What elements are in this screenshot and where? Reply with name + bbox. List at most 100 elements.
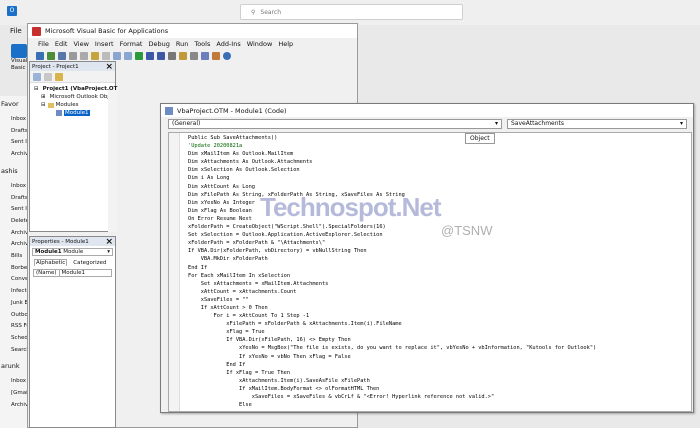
design-mode-icon[interactable]: [168, 51, 176, 60]
menu-help[interactable]: Help: [278, 40, 293, 48]
undo-icon[interactable]: [113, 51, 121, 60]
code-line[interactable]: xAttCount = xAttachments.Count: [188, 288, 596, 296]
nav-folder-item[interactable]: Inbox: [11, 183, 26, 189]
nav-section-header[interactable]: arunk: [1, 362, 20, 370]
code-line[interactable]: End If: [188, 264, 596, 272]
outlook-file-tab[interactable]: File: [10, 27, 22, 35]
menu-tools[interactable]: Tools: [194, 40, 210, 48]
code-line[interactable]: If VBA.Dir(xFilePath, 16) <> Empty Then: [188, 336, 596, 344]
code-line[interactable]: If xYesNo = vbNo Then xFlag = False: [188, 353, 596, 361]
code-line[interactable]: Dim i As Long: [188, 174, 596, 182]
menu-file[interactable]: File: [38, 40, 49, 48]
nav-folder-item[interactable]: Conve: [11, 276, 28, 282]
object-browser-icon[interactable]: [201, 51, 209, 60]
code-line[interactable]: If xAttCount > 0 Then: [188, 304, 596, 312]
code-line[interactable]: xFolderPath = xFolderPath & "\Attachment…: [188, 239, 596, 247]
code-line[interactable]: Public Sub SaveAttachments(): [188, 134, 596, 142]
view-code-icon[interactable]: [33, 72, 41, 81]
code-line[interactable]: Dim xMailItem As Outlook.MailItem: [188, 150, 596, 158]
menu-run[interactable]: Run: [176, 40, 188, 48]
code-line[interactable]: For Each xMailItem In xSelection: [188, 272, 596, 280]
find-icon[interactable]: [102, 51, 110, 60]
nav-folder-item[interactable]: Inbox: [11, 116, 26, 122]
insert-module-icon[interactable]: [47, 51, 55, 60]
menu-window[interactable]: Window: [247, 40, 273, 48]
visual-basic-icon[interactable]: [11, 44, 27, 58]
save-icon[interactable]: [58, 51, 66, 60]
code-line[interactable]: 'Update 20200821a: [188, 142, 596, 150]
code-line[interactable]: If VBA.Dir(xFolderPath, vbDirectory) = v…: [188, 247, 596, 255]
nav-folder-item[interactable]: Drafts: [11, 195, 28, 201]
object-select[interactable]: Module1 Module ▾: [32, 248, 113, 256]
close-icon[interactable]: ×: [105, 237, 113, 246]
code-line[interactable]: xAttachments.Item(i).SaveAsFile xFilePat…: [188, 377, 596, 385]
object-dropdown[interactable]: (General) ▾: [168, 118, 502, 129]
code-line[interactable]: If xFlag = True Then: [188, 369, 596, 377]
code-line[interactable]: xFolderPath = CreateObject("WScript.Shel…: [188, 223, 596, 231]
code-line[interactable]: Else: [188, 401, 596, 409]
nav-folder-item[interactable]: Bills: [11, 253, 22, 259]
nav-folder-item[interactable]: Outbo: [11, 312, 28, 318]
code-line[interactable]: Dim xAttachments As Outlook.Attachments: [188, 158, 596, 166]
tree-node-modules[interactable]: ⊟ Modules: [30, 101, 115, 109]
tab-categorized[interactable]: Categorized: [73, 260, 106, 266]
expand-icon[interactable]: ⊞: [41, 94, 46, 100]
nav-folder-item[interactable]: Archiv: [11, 241, 28, 247]
tree-node-outlook-objects[interactable]: ⊞ Microsoft Outlook Objec: [30, 93, 115, 101]
paste-icon[interactable]: [91, 51, 99, 60]
code-line[interactable]: xSaveFiles = xSaveFiles & vbCrLf & "<Err…: [188, 393, 596, 401]
view-object-icon[interactable]: [44, 72, 52, 81]
toggle-folders-icon[interactable]: [55, 72, 63, 81]
collapse-icon[interactable]: ⊟: [34, 86, 39, 92]
code-line[interactable]: Set xAttachments = xMailItem.Attachments: [188, 280, 596, 288]
toolbox-icon[interactable]: [212, 51, 220, 60]
property-row-name[interactable]: (Name) Module1: [33, 269, 112, 277]
code-line[interactable]: xYesNo = MsgBox("The file is exists, do …: [188, 344, 596, 352]
code-line[interactable]: xFilePath = xFolderPath & xAttachments.I…: [188, 320, 596, 328]
menu-view[interactable]: View: [73, 40, 88, 48]
menu-insert[interactable]: Insert: [95, 40, 114, 48]
code-line[interactable]: VBA.MkDir xFolderPath: [188, 255, 596, 263]
code-line[interactable]: Dim xAttCount As Long: [188, 183, 596, 191]
nav-section-header[interactable]: Favor: [1, 100, 19, 108]
copy-icon[interactable]: [80, 51, 88, 60]
code-line[interactable]: If xMailItem.BodyFormat <> olFormatHTML …: [188, 385, 596, 393]
redo-icon[interactable]: [124, 51, 132, 60]
menu-format[interactable]: Format: [120, 40, 143, 48]
menu-addins[interactable]: Add-Ins: [216, 40, 240, 48]
nav-section-header[interactable]: ashis: [1, 167, 18, 175]
nav-folder-item[interactable]: Archiv: [11, 230, 28, 236]
nav-folder-item[interactable]: Archiv: [11, 151, 28, 157]
vertical-scrollbar[interactable]: [108, 90, 117, 232]
nav-folder-item[interactable]: Sched: [11, 335, 28, 341]
code-line[interactable]: Set xSelection = Outlook.Application.Act…: [188, 231, 596, 239]
help-icon[interactable]: [223, 51, 231, 60]
project-explorer-icon[interactable]: [179, 51, 187, 60]
nav-folder-item[interactable]: Junk E: [11, 300, 28, 306]
nav-folder-item[interactable]: Borbe: [11, 265, 27, 271]
tab-alphabetic[interactable]: Alphabetic: [34, 259, 68, 266]
code-editor[interactable]: Public Sub SaveAttachments() 'Update 2020…: [168, 132, 692, 412]
nav-folder-item[interactable]: Archiv: [11, 402, 28, 408]
view-outlook-icon[interactable]: [36, 51, 44, 60]
tree-node-project[interactable]: ⊟ Project1 (VbaProject.OT: [30, 85, 117, 93]
collapse-icon[interactable]: ⊟: [41, 102, 46, 108]
menu-debug[interactable]: Debug: [148, 40, 169, 48]
nav-folder-item[interactable]: Inbox: [11, 378, 26, 384]
outlook-search-input[interactable]: ⚲ Search: [240, 4, 463, 20]
break-icon[interactable]: [146, 51, 154, 60]
menu-edit[interactable]: Edit: [55, 40, 68, 48]
properties-icon[interactable]: [190, 51, 198, 60]
procedure-dropdown[interactable]: SaveAttachments ▾: [507, 118, 687, 129]
run-icon[interactable]: [135, 51, 143, 60]
code-line[interactable]: Dim xSelection As Outlook.Selection: [188, 166, 596, 174]
cut-icon[interactable]: [69, 51, 77, 60]
reset-icon[interactable]: [157, 51, 165, 60]
nav-folder-item[interactable]: Drafts: [11, 128, 28, 134]
tree-node-module1[interactable]: Module1: [30, 109, 115, 117]
close-icon[interactable]: ×: [105, 62, 113, 71]
code-line[interactable]: End If: [188, 361, 596, 369]
code-line[interactable]: For i = xAttCount To 1 Step -1: [188, 312, 596, 320]
code-line[interactable]: xSaveFiles = "": [188, 296, 596, 304]
code-line[interactable]: xFlag = True: [188, 328, 596, 336]
